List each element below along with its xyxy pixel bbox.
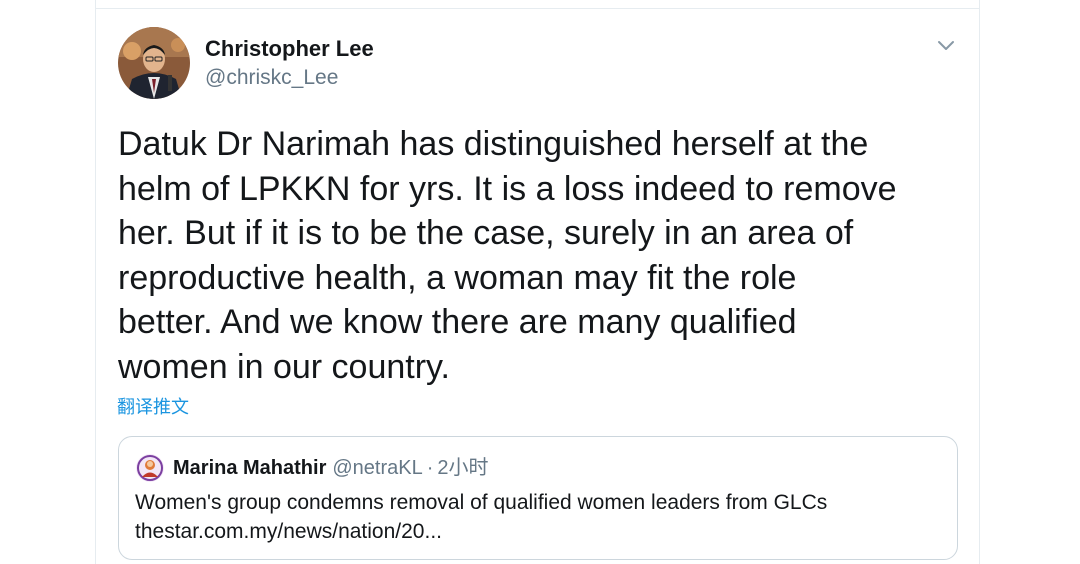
author-avatar[interactable] — [118, 27, 190, 99]
author-name[interactable]: Christopher Lee — [205, 36, 374, 62]
quoted-tweet-card[interactable]: Marina Mahathir @netraKL · 2小时 Women's grou… — [118, 436, 958, 560]
quoted-author-avatar[interactable] — [136, 454, 164, 482]
tweet-page: Christopher Lee @chriskc_Lee Datuk Dr Na… — [0, 0, 1080, 564]
quoted-tweet-time[interactable]: 2小时 — [437, 457, 488, 479]
quoted-author-name[interactable]: Marina Mahathir — [173, 457, 326, 479]
tweet-text: Datuk Dr Narimah has distinguished herse… — [118, 125, 897, 386]
quoted-tweet-link[interactable]: thestar.com.my/news/nation/20... — [135, 518, 442, 546]
separator-dot: · — [426, 457, 434, 479]
avatar-photo — [136, 454, 164, 482]
author-handle[interactable]: @chriskc_Lee — [205, 65, 338, 91]
quoted-author-handle[interactable]: @netraKL — [332, 457, 422, 479]
divider — [96, 8, 979, 9]
quoted-tweet-header: Marina Mahathir @netraKL · 2小时 — [173, 455, 489, 481]
translate-tweet-link[interactable]: 翻译推文 — [117, 395, 189, 419]
quoted-tweet-headline: Women's group condemns removal of qualif… — [135, 491, 828, 514]
chevron-down-icon[interactable] — [934, 36, 958, 56]
avatar-photo — [118, 27, 190, 99]
